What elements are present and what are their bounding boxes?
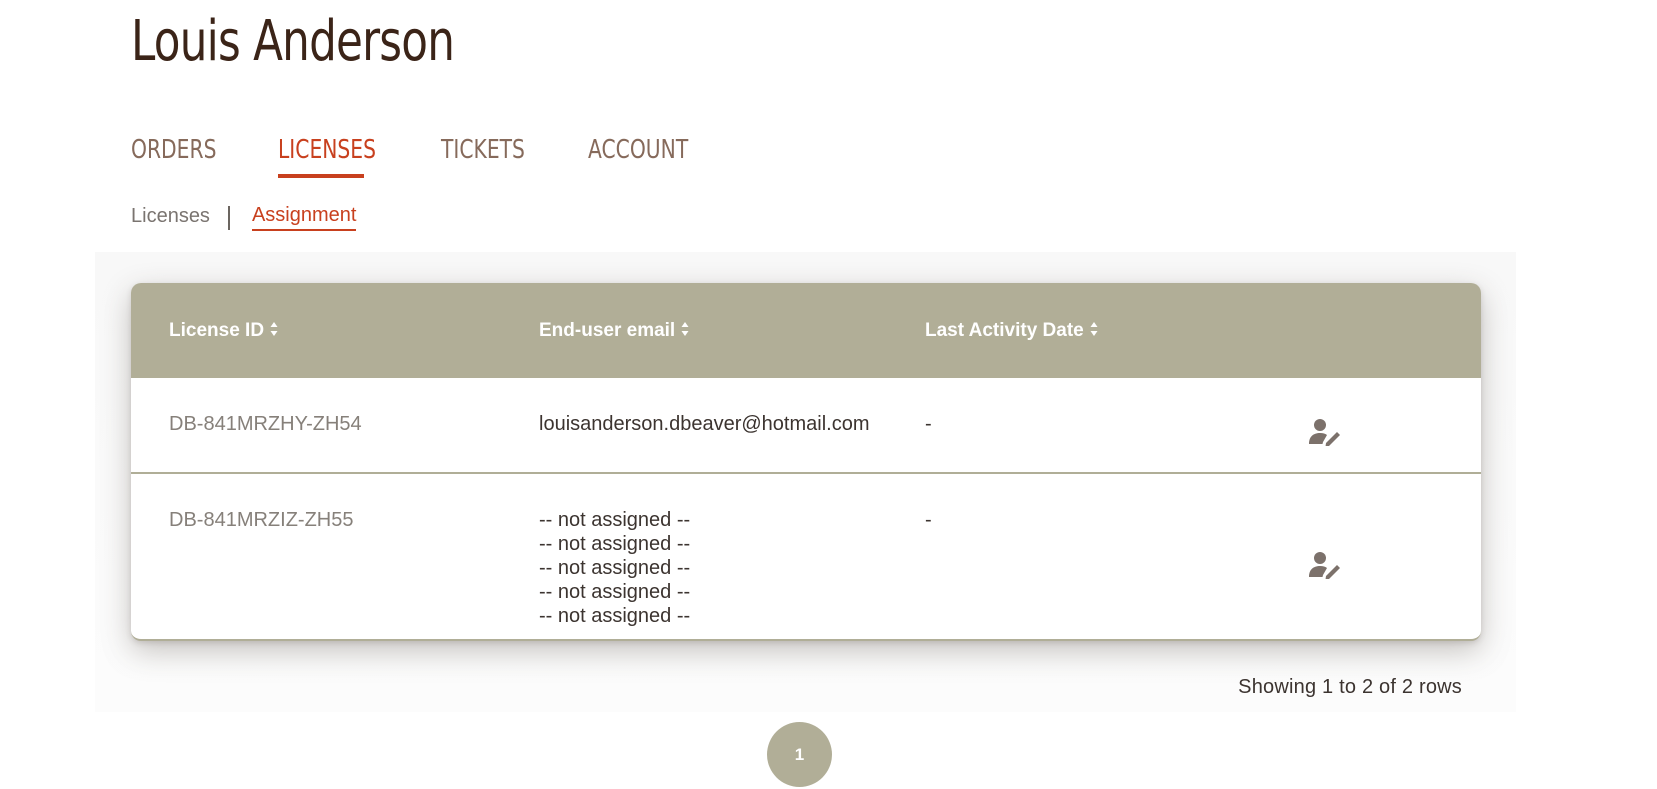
email-value: -- not assigned -- <box>539 533 691 555</box>
end-user-email-cell: -- not assigned -- -- not assigned -- --… <box>539 508 690 628</box>
user-edit-icon[interactable] <box>1309 551 1341 579</box>
email-value: -- not assigned -- <box>539 581 691 603</box>
sort-icon <box>681 321 689 336</box>
page: Louis Anderson ORDERS LICENSES TICKETS A… <box>0 0 1657 789</box>
license-assignment-table: License ID End-user email Last Activity … <box>131 283 1481 641</box>
sort-icon <box>1090 321 1098 336</box>
email-value: louisanderson.dbeaver@hotmail.com <box>539 413 870 435</box>
column-header-label: License ID <box>169 320 265 341</box>
last-activity-cell: - <box>925 413 932 435</box>
email-value: -- not assigned -- <box>539 557 691 579</box>
last-activity-cell: - <box>925 509 932 531</box>
sub-navigation: Licenses Assignment <box>131 204 357 231</box>
active-tab-indicator <box>278 174 364 178</box>
column-header-label: Last Activity Date <box>925 320 1084 341</box>
email-value: -- not assigned -- <box>539 605 691 627</box>
end-user-email-cell: louisanderson.dbeaver@hotmail.com <box>539 412 869 436</box>
license-id-cell: DB-841MRZIZ-ZH55 <box>169 509 354 531</box>
column-header-end-user-email[interactable]: End-user email <box>539 283 689 378</box>
user-edit-icon[interactable] <box>1309 418 1341 446</box>
column-header-label: End-user email <box>539 320 676 341</box>
tab-tickets[interactable]: TICKETS <box>441 133 525 167</box>
sort-icon <box>270 321 278 336</box>
page-button-1[interactable]: 1 <box>767 722 832 787</box>
column-header-last-activity-date[interactable]: Last Activity Date <box>925 283 1098 378</box>
email-value: -- not assigned -- <box>539 509 691 531</box>
subnav-assignment-link[interactable]: Assignment <box>251 204 357 231</box>
table-row: DB-841MRZIZ-ZH55 -- not assigned -- -- n… <box>131 474 1481 639</box>
table-row: DB-841MRZHY-ZH54 louisanderson.dbeaver@h… <box>131 378 1481 474</box>
tab-orders[interactable]: ORDERS <box>131 133 216 167</box>
column-header-license-id[interactable]: License ID <box>169 283 278 378</box>
subnav-licenses-link[interactable]: Licenses <box>131 205 210 230</box>
license-id-cell: DB-841MRZHY-ZH54 <box>169 413 362 435</box>
pagination-info: Showing 1 to 2 of 2 rows <box>1238 676 1462 698</box>
tab-account[interactable]: ACCOUNT <box>588 133 688 167</box>
page-title: Louis Anderson <box>131 9 455 74</box>
tab-licenses[interactable]: LICENSES <box>278 133 376 167</box>
table-header: License ID End-user email Last Activity … <box>131 283 1481 378</box>
subnav-divider <box>227 205 230 230</box>
